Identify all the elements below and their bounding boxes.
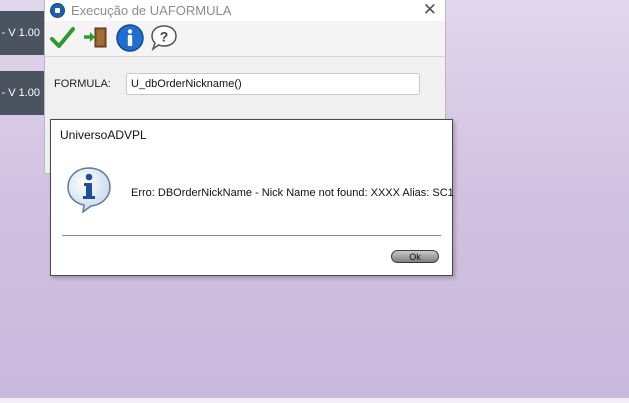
formula-row: FORMULA: [54, 73, 420, 95]
background-tile-2[interactable]: - V 1.00 [0, 71, 44, 115]
dialog-message: Erro: DBOrderNickName - Nick Name not fo… [131, 187, 454, 199]
bottom-strip [0, 398, 629, 403]
dialog-title: UniversoADVPL [60, 128, 147, 142]
ok-button[interactable]: Ok [391, 250, 439, 263]
info-bubble-icon [65, 165, 113, 214]
close-icon[interactable]: ✕ [423, 1, 437, 19]
toolbar: ? [45, 21, 445, 57]
svg-text:?: ? [160, 29, 169, 45]
message-dialog: UniversoADVPL Erro: DBOrderNickName - Ni… [50, 119, 454, 276]
window-titlebar: Execução de UAFORMULA ✕ [45, 0, 445, 21]
background-tile-label: - V 1.00 [1, 27, 40, 39]
dialog-divider [62, 235, 441, 236]
formula-input[interactable] [126, 73, 420, 95]
background-tile-1[interactable]: - V 1.00 [0, 11, 44, 55]
checkmark-icon[interactable] [47, 23, 77, 53]
help-icon[interactable]: ? [149, 23, 179, 53]
info-icon[interactable] [115, 23, 145, 53]
background-tile-label: - V 1.00 [1, 87, 40, 99]
exit-door-icon[interactable] [81, 23, 111, 53]
formula-label: FORMULA: [54, 78, 111, 90]
window-title: Execução de UAFORMULA [71, 2, 232, 18]
app-icon [50, 2, 65, 18]
